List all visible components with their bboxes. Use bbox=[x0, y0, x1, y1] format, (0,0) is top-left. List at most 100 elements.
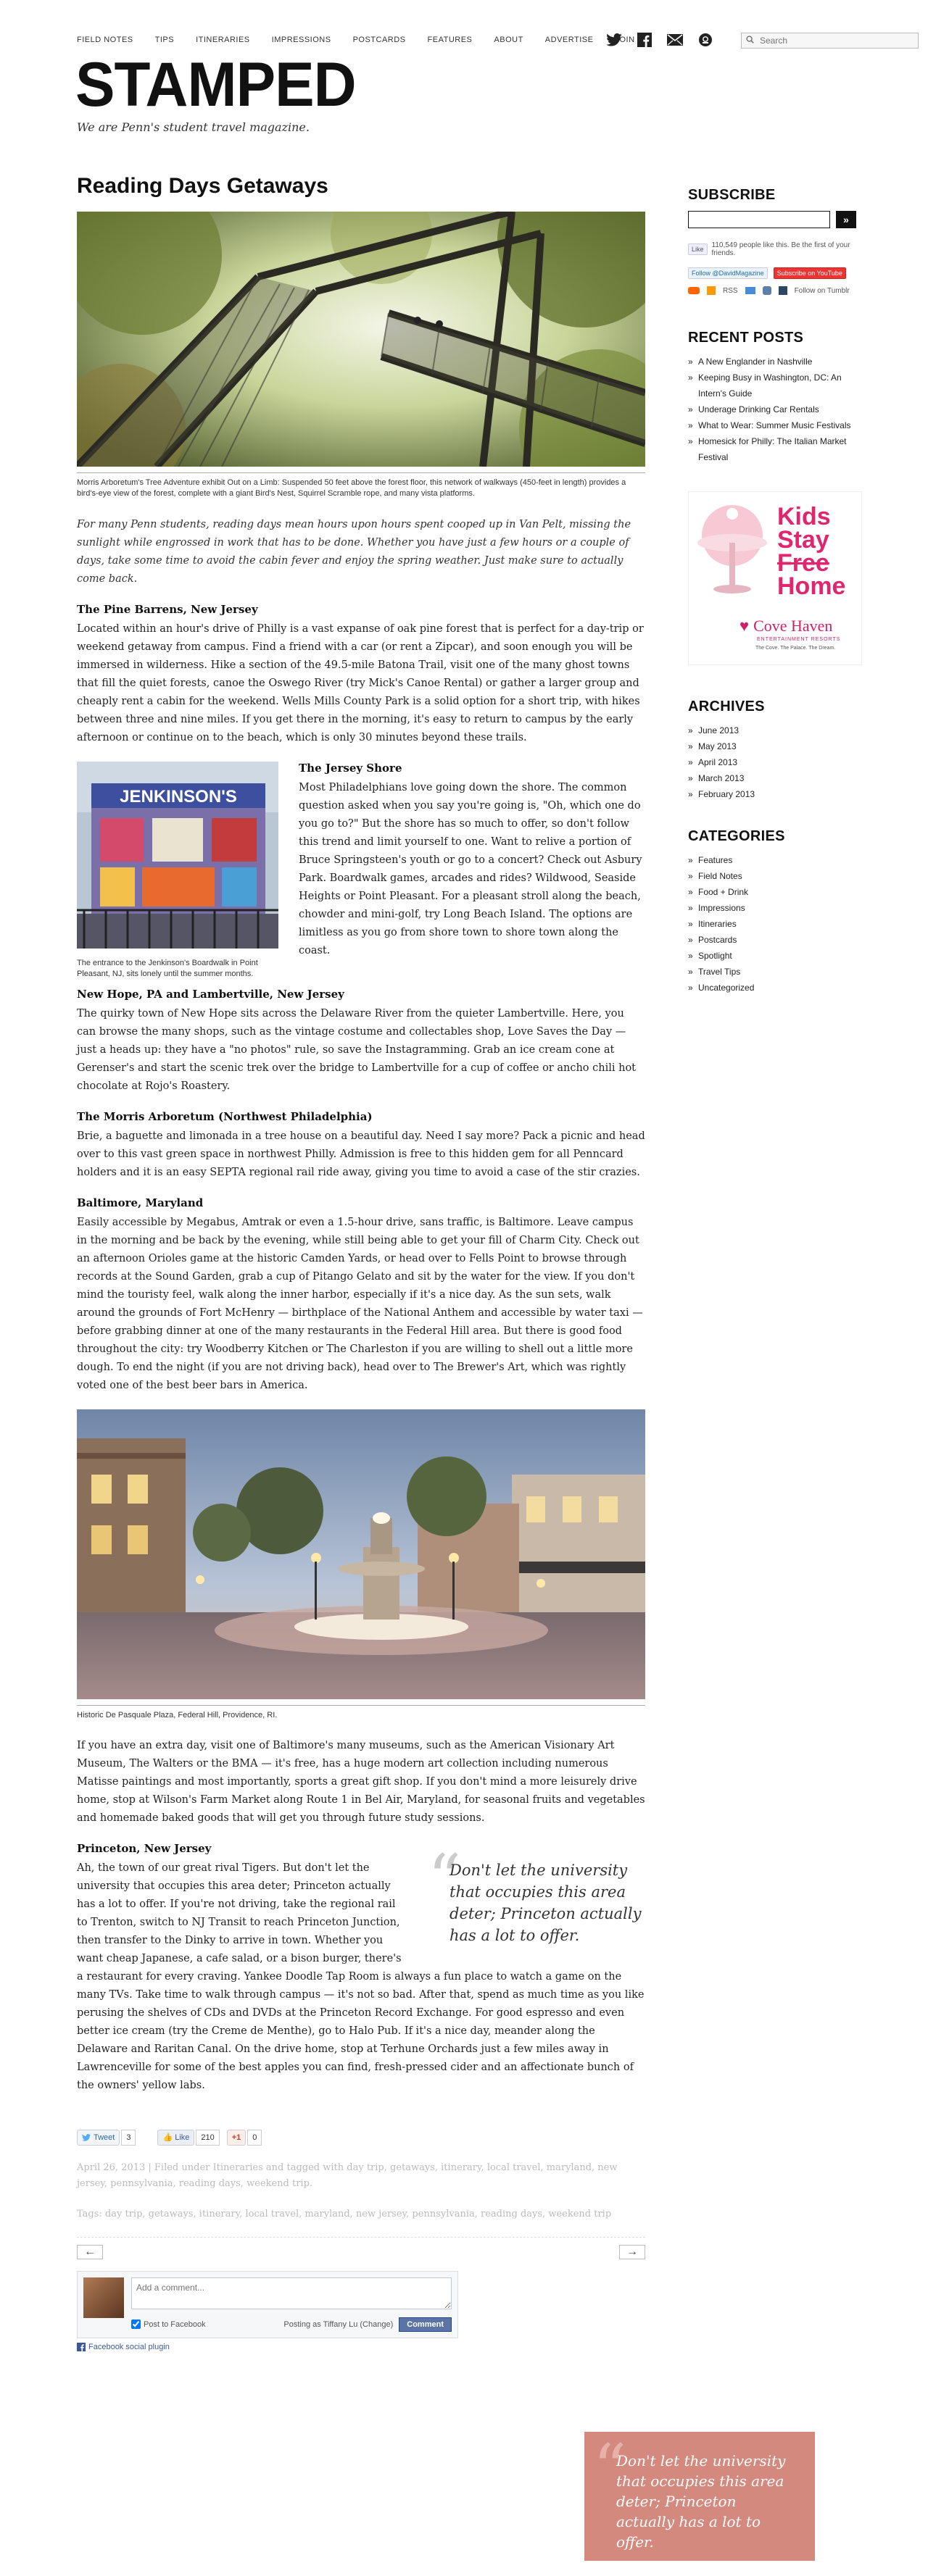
nav-tips[interactable]: TIPS bbox=[155, 36, 174, 44]
category-link[interactable]: Food + Drink bbox=[688, 884, 862, 900]
prev-post-button[interactable]: ← bbox=[77, 2244, 103, 2259]
tweet-label: Tweet bbox=[94, 2133, 115, 2142]
jenkinsons-sign-text: JENKINSON'S bbox=[120, 787, 237, 806]
subscribe-title: SUBSCRIBE bbox=[688, 187, 776, 203]
email-icon[interactable] bbox=[667, 32, 683, 48]
recent-post-link[interactable]: Keeping Busy in Washington, DC: An Inter… bbox=[688, 370, 862, 401]
comment-button[interactable]: Comment bbox=[399, 2317, 452, 2332]
nav-postcards[interactable]: POSTCARDS bbox=[353, 36, 406, 44]
section-heading: Baltimore, Maryland bbox=[77, 1196, 204, 1209]
instagram-icon[interactable] bbox=[762, 286, 771, 295]
hero-image bbox=[77, 212, 645, 467]
subscribe-email-input[interactable] bbox=[688, 211, 830, 228]
youtube-subscribe-button[interactable]: Subscribe on YouTube bbox=[773, 267, 846, 279]
section-body: Brie, a baguette and limonada in a tree … bbox=[77, 1130, 645, 1178]
plaza-caption: Historic De Pasquale Plaza, Federal Hill… bbox=[77, 1704, 645, 1721]
follow-twitter-button[interactable]: Follow @DavidMagazine bbox=[688, 267, 768, 279]
cove-haven-ad[interactable]: Kids Stay Free Home ♥ Cove Haven ENTERTA… bbox=[688, 491, 862, 665]
nav-advertise[interactable]: ADVERTISE bbox=[545, 36, 594, 44]
nav-impressions[interactable]: IMPRESSIONS bbox=[272, 36, 331, 44]
recent-post-link[interactable]: Homesick for Philly: The Italian Market … bbox=[688, 433, 862, 465]
twitter-icon bbox=[82, 2133, 91, 2141]
post-intro: For many Penn students, reading days mea… bbox=[77, 518, 631, 585]
archive-link[interactable]: June 2013 bbox=[688, 722, 862, 738]
nav-about[interactable]: ABOUT bbox=[494, 36, 523, 44]
archive-link[interactable]: February 2013 bbox=[688, 786, 862, 802]
comment-actions: Post to Facebook Posting as Tiffany Lu (… bbox=[131, 2317, 452, 2332]
rss-label[interactable]: RSS bbox=[723, 287, 738, 295]
fb-like-widget-button[interactable]: Like bbox=[688, 243, 708, 255]
ad-brand-name: Cove Haven bbox=[753, 617, 833, 635]
tumblr-icon[interactable] bbox=[778, 286, 787, 295]
article: Reading Days Getaways Morris Arboretum's… bbox=[77, 174, 645, 2351]
email-icon[interactable] bbox=[745, 287, 755, 294]
category-link[interactable]: Field Notes bbox=[688, 868, 862, 884]
recent-post-link[interactable]: A New Englander in Nashville bbox=[688, 354, 862, 370]
facebook-icon[interactable] bbox=[637, 32, 652, 48]
fb-like-button[interactable]: 👍 Like bbox=[157, 2129, 195, 2146]
twitter-icon[interactable] bbox=[606, 32, 622, 48]
fb-plugin-label[interactable]: Facebook social plugin bbox=[88, 2343, 170, 2351]
posting-as-group: Posting as Tiffany Lu (Change) Comment bbox=[283, 2317, 452, 2332]
category-link[interactable]: Itineraries bbox=[688, 916, 862, 932]
pull-quote-text: Don't let the university that occupies t… bbox=[450, 1861, 642, 1944]
post-pager: ← → bbox=[77, 2236, 645, 2259]
tweet-count: 3 bbox=[121, 2129, 136, 2146]
hero-caption: Morris Arboretum's Tree Adventure exhibi… bbox=[77, 472, 645, 500]
section-body: If you have an extra day, visit one of B… bbox=[77, 1739, 645, 1824]
archives-list: June 2013 May 2013 April 2013 March 2013… bbox=[688, 722, 862, 802]
ad-line-free: Free bbox=[777, 549, 829, 577]
archive-link[interactable]: May 2013 bbox=[688, 738, 862, 754]
recent-post-link[interactable]: Underage Drinking Car Rentals bbox=[688, 401, 862, 417]
like-label: Like bbox=[175, 2133, 190, 2142]
ad-brand: ♥ Cove Haven bbox=[740, 617, 832, 635]
post-to-facebook-checkbox[interactable] bbox=[131, 2319, 141, 2330]
tweet-button[interactable]: Tweet bbox=[77, 2129, 120, 2146]
follow-tumblr-label[interactable]: Follow on Tumblr bbox=[795, 287, 850, 295]
social-links bbox=[606, 32, 713, 48]
gplus-button[interactable]: +1 bbox=[226, 2129, 246, 2146]
subscribe-form: » bbox=[688, 211, 862, 228]
category-link[interactable]: Impressions bbox=[688, 900, 862, 916]
like-count: 210 bbox=[196, 2129, 220, 2146]
ad-line-stay: Stay bbox=[777, 526, 829, 554]
category-link[interactable]: Uncategorized bbox=[688, 980, 862, 996]
feed-icon[interactable] bbox=[707, 286, 716, 295]
post-to-facebook-toggle[interactable]: Post to Facebook bbox=[131, 2319, 206, 2330]
facebook-icon bbox=[77, 2342, 86, 2351]
post-to-facebook-label: Post to Facebook bbox=[144, 2319, 206, 2329]
section-heading: The Pine Barrens, New Jersey bbox=[77, 602, 258, 616]
nav-field-notes[interactable]: FIELD NOTES bbox=[77, 36, 133, 44]
soundcloud-icon[interactable] bbox=[688, 287, 700, 294]
category-link[interactable]: Features bbox=[688, 852, 862, 868]
floating-pull-quote: “ Don't let the university that occupies… bbox=[584, 2432, 815, 2561]
section-body: Easily accessible by Megabus, Amtrak or … bbox=[77, 1216, 643, 1391]
categories-list: Features Field Notes Food + Drink Impres… bbox=[688, 852, 862, 996]
instagram-icon[interactable] bbox=[697, 32, 713, 48]
category-link[interactable]: Spotlight bbox=[688, 948, 862, 964]
archive-link[interactable]: March 2013 bbox=[688, 770, 862, 786]
nav-itineraries[interactable]: ITINERARIES bbox=[196, 36, 250, 44]
recent-post-link[interactable]: What to Wear: Summer Music Festivals bbox=[688, 417, 862, 433]
site-logo[interactable]: STAMPED bbox=[75, 54, 357, 116]
search-input[interactable] bbox=[758, 35, 911, 46]
category-link[interactable]: Travel Tips bbox=[688, 964, 862, 980]
site-tagline: We are Penn's student travel magazine. bbox=[77, 120, 310, 134]
plaza-image bbox=[77, 1409, 645, 1699]
avatar bbox=[83, 2277, 124, 2318]
pull-quote: “ Don't let the university that occupies… bbox=[428, 1846, 645, 1946]
categories-title: CATEGORIES bbox=[688, 828, 785, 844]
archive-link[interactable]: April 2013 bbox=[688, 754, 862, 770]
post-title: Reading Days Getaways bbox=[77, 174, 328, 198]
nav-features[interactable]: FEATURES bbox=[428, 36, 473, 44]
floating-pull-quote-text: Don't let the university that occupies t… bbox=[616, 2452, 786, 2551]
share-bar: Tweet 3 👍 Like 210 +1 0 bbox=[77, 2129, 645, 2146]
search-box[interactable] bbox=[741, 33, 919, 49]
post-meta: April 26, 2013 | Filed under Itineraries… bbox=[77, 2162, 618, 2189]
category-link[interactable]: Postcards bbox=[688, 932, 862, 948]
archives-title: ARCHIVES bbox=[688, 699, 765, 714]
fb-like-widget: Like 110,549 people like this. Be the fi… bbox=[688, 241, 862, 257]
comment-input[interactable] bbox=[131, 2277, 452, 2309]
next-post-button[interactable]: → bbox=[619, 2244, 645, 2259]
subscribe-submit-button[interactable]: » bbox=[836, 211, 856, 228]
